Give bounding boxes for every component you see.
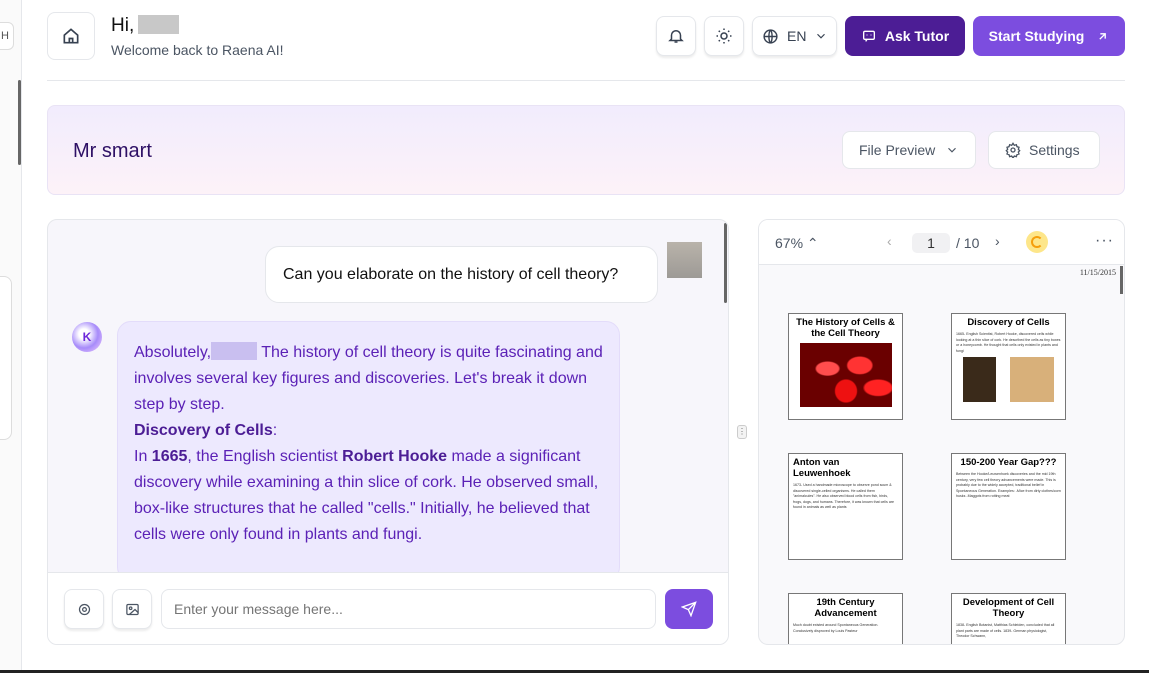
- header-divider: [47, 80, 1125, 81]
- bot-text: :: [272, 422, 278, 439]
- portrait-image: [963, 357, 996, 402]
- chat-bot-icon: [862, 30, 875, 42]
- sidebar-panel: [0, 276, 12, 440]
- zoom-value: 67%: [775, 235, 804, 251]
- page-total: / 10: [956, 235, 980, 251]
- slide-title: Discovery of Cells: [967, 317, 1050, 328]
- gear-icon: [78, 603, 90, 615]
- bot-text: , the English scientist: [187, 448, 343, 465]
- session-banner: Mr smart File Preview Settings: [47, 105, 1125, 195]
- image-icon: [125, 603, 139, 615]
- resize-handle[interactable]: ⋮: [737, 425, 747, 439]
- left-sidebar: H: [0, 0, 22, 673]
- arrow-up-right-icon: [1099, 32, 1107, 40]
- notifications-button[interactable]: [656, 16, 696, 56]
- slide-title: The History of Cells & the Cell Theory: [796, 317, 895, 339]
- sun-icon: [716, 28, 732, 44]
- message-composer: [48, 572, 728, 644]
- session-title: Mr smart: [73, 140, 152, 162]
- bot-bold: Robert Hooke: [342, 448, 448, 465]
- bot-bold: 1665: [151, 448, 188, 465]
- home-button[interactable]: [47, 12, 95, 60]
- slide-body: Much doubt existed around Spontaneous Ge…: [793, 623, 879, 633]
- slide-title: 19th Century Advancement: [814, 597, 877, 619]
- next-page-button[interactable]: ›: [995, 233, 1000, 249]
- slide-thumbnail: 19th Century Advancement Much doubt exis…: [788, 593, 903, 644]
- bot-heading: Discovery of Cells: [134, 422, 273, 439]
- redacted-username: [211, 342, 258, 360]
- settings-label: Settings: [1029, 142, 1080, 158]
- chat-panel: Can you elaborate on the history of cell…: [47, 219, 729, 645]
- settings-button[interactable]: Settings: [988, 131, 1100, 169]
- slide-thumbnail: The History of Cells & the Cell Theory: [788, 313, 903, 420]
- file-preview-panel: 67% ⌃ ‹ 1 / 10 › ··· 11/15/2015 The Hist…: [758, 219, 1125, 645]
- home-icon: [63, 28, 79, 44]
- more-options-icon[interactable]: ···: [1095, 232, 1114, 250]
- pdf-scrollbar[interactable]: [1120, 266, 1123, 294]
- bot-avatar-icon: K: [72, 322, 102, 352]
- language-value: EN: [787, 28, 807, 44]
- chevron-down-icon: [817, 33, 826, 39]
- slide-thumbnail: Development of Cell Theory 1838- English…: [951, 593, 1066, 644]
- gear-icon: [1005, 142, 1021, 158]
- greeting: Hi,: [111, 15, 180, 37]
- send-button[interactable]: [665, 589, 713, 629]
- globe-icon: [763, 28, 778, 44]
- slide-body: 1673- Used a handmade microscope to obse…: [793, 483, 895, 509]
- sidebar-toggle[interactable]: H: [0, 22, 14, 50]
- chevron-down-icon: [948, 147, 957, 153]
- prev-page-button[interactable]: ‹: [887, 233, 892, 249]
- bell-icon: [668, 30, 684, 43]
- page-input[interactable]: 1: [912, 233, 950, 253]
- user-message: Can you elaborate on the history of cell…: [265, 246, 658, 303]
- microscope-image: [1010, 357, 1054, 402]
- ask-tutor-button[interactable]: Ask Tutor: [845, 16, 965, 56]
- send-icon: [681, 601, 697, 617]
- welcome-text: Welcome back to Raena AI!: [111, 42, 284, 58]
- ask-tutor-label: Ask Tutor: [884, 28, 950, 44]
- theme-toggle-button[interactable]: [704, 16, 744, 56]
- slide-body: 1665- English Scientist, Robert Hooke, d…: [956, 332, 1061, 353]
- slide-body: Between the Hooke/Leuwenhoek discoveries…: [956, 472, 1061, 498]
- pdf-toolbar: 67% ⌃ ‹ 1 / 10 › ···: [759, 220, 1124, 265]
- loading-spinner-icon: [1026, 231, 1048, 253]
- attach-image-button[interactable]: [112, 589, 152, 629]
- slide-thumbnail: Discovery of Cells 1665- English Scienti…: [951, 313, 1066, 420]
- slide-thumbnail: Anton van Leuwenhoek 1673- Used a handma…: [788, 453, 903, 560]
- slide-thumbnail: 150-200 Year Gap??? Between the Hooke/Le…: [951, 453, 1066, 560]
- slide-title: Development of Cell Theory: [962, 597, 1055, 619]
- bot-text: In: [134, 448, 152, 465]
- bot-text: Absolutely,: [134, 344, 212, 361]
- slide-title: 150-200 Year Gap???: [960, 457, 1057, 468]
- redacted-username: [138, 15, 180, 34]
- chevron-up-icon: ⌃: [806, 235, 819, 251]
- start-studying-label: Start Studying: [988, 28, 1085, 44]
- slide-body: 1838- English Botanist, Matthias Schleid…: [956, 623, 1055, 638]
- file-preview-dropdown[interactable]: File Preview: [842, 131, 976, 169]
- zoom-dropdown[interactable]: 67% ⌃: [775, 235, 819, 252]
- greeting-text: Hi,: [111, 15, 135, 36]
- chat-scrollbar[interactable]: [724, 223, 727, 303]
- blood-cells-image: [799, 343, 892, 407]
- file-preview-label: File Preview: [859, 142, 936, 158]
- page-date: 11/15/2015: [1079, 268, 1116, 277]
- user-avatar: [667, 242, 702, 278]
- message-input[interactable]: [161, 589, 656, 629]
- slide-title: Anton van Leuwenhoek: [793, 457, 851, 479]
- sidebar-scrollbar[interactable]: [18, 80, 21, 165]
- chat-settings-button[interactable]: [64, 589, 104, 629]
- start-studying-button[interactable]: Start Studying: [973, 16, 1125, 56]
- language-select[interactable]: EN: [752, 16, 837, 56]
- bot-message: Absolutely, The history of cell theory i…: [117, 321, 620, 581]
